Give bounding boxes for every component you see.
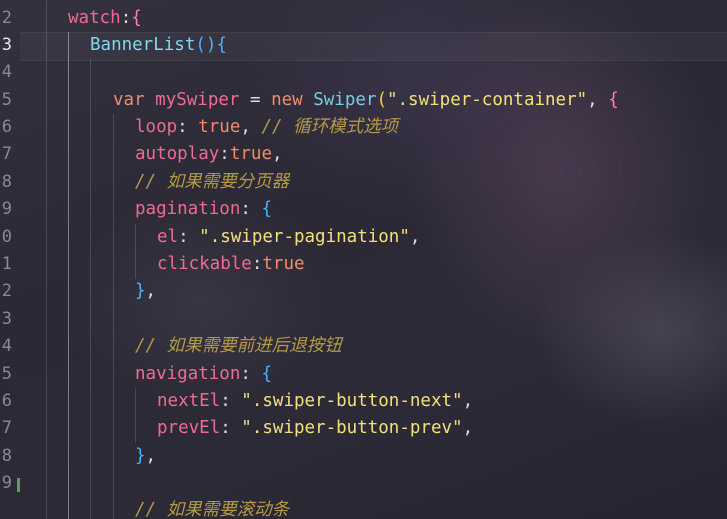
token-paren: (: [376, 90, 387, 110]
token-punctuation: :: [220, 418, 242, 438]
line-number: 6: [1, 117, 12, 137]
indent-guide-active: [68, 32, 69, 519]
indent-guide: [135, 388, 136, 443]
code-line-current[interactable]: BannerList(){: [90, 32, 227, 59]
token-punctuation: :: [251, 254, 263, 274]
token-punctuation: ,: [240, 117, 262, 137]
line-number: 9: [1, 199, 12, 219]
line-number: 4: [1, 336, 12, 356]
code-line[interactable]: },: [135, 278, 156, 305]
line-number: 9: [1, 473, 12, 493]
token-property: navigation: [135, 364, 241, 384]
code-line[interactable]: },: [135, 443, 156, 470]
git-change-marker: [17, 478, 20, 492]
token-class: Swiper: [313, 90, 377, 110]
token-punctuation: ,: [587, 90, 609, 110]
token-brace: {: [131, 8, 142, 28]
line-number: 7: [1, 418, 12, 438]
line-number: 7: [1, 144, 12, 164]
token-punctuation: ,: [462, 418, 474, 438]
token-punctuation: ,: [145, 446, 157, 466]
token-string: ".swiper-container": [386, 90, 588, 110]
code-line[interactable]: // 如果需要滚动条: [135, 497, 289, 519]
token-property: prevEl: [157, 418, 221, 438]
token-comment: // 如果需要滚动条: [135, 500, 290, 519]
line-number: 0: [1, 227, 12, 247]
token-punctuation: ,: [272, 144, 283, 164]
token-boolean: true: [198, 117, 241, 137]
token-brace: {: [216, 35, 227, 55]
line-number: 8: [1, 172, 12, 192]
indent-guide: [90, 59, 91, 519]
token-function: BannerList: [90, 35, 196, 55]
code-line[interactable]: autoplay:true,: [135, 141, 283, 168]
line-number: 5: [1, 364, 12, 384]
token-operator: =: [239, 90, 272, 110]
token-punctuation: :: [220, 391, 242, 411]
token-punctuation: ,: [145, 281, 157, 301]
token-property: pagination: [135, 199, 241, 219]
token-comment: // 如果需要前进后退按钮: [135, 336, 342, 356]
token-string: ".swiper-pagination": [199, 227, 410, 247]
token-punctuation: :: [177, 117, 199, 137]
token-brace: }: [135, 446, 146, 466]
code-line[interactable]: pagination: {: [135, 196, 272, 223]
line-number-active: 3: [1, 35, 12, 55]
line-number: 3: [1, 309, 12, 329]
token-punctuation: :: [219, 144, 230, 164]
token-punctuation: :: [178, 227, 200, 247]
line-number: 4: [1, 62, 12, 82]
token-punctuation: :: [240, 199, 262, 219]
code-line[interactable]: // 如果需要前进后退按钮: [135, 333, 342, 360]
indent-guide: [46, 0, 47, 519]
token-punctuation: :: [120, 8, 132, 28]
line-number: 6: [1, 391, 12, 411]
token-property: clickable: [157, 254, 252, 274]
token-brace: {: [608, 90, 619, 110]
token-brace: {: [261, 199, 272, 219]
token-parens: (): [195, 35, 217, 55]
token-property: autoplay: [135, 144, 220, 164]
code-line[interactable]: // 如果需要分页器: [135, 169, 289, 196]
token-property: el: [157, 227, 179, 247]
code-line[interactable]: nextEl: ".swiper-button-next",: [157, 388, 473, 415]
code-line[interactable]: var mySwiper = new Swiper(".swiper-conta…: [113, 87, 619, 114]
code-line[interactable]: clickable:true: [157, 251, 305, 278]
token-brace: }: [135, 281, 146, 301]
token-boolean: true: [262, 254, 305, 274]
token-keyword: new: [271, 90, 303, 110]
code-line[interactable]: el: ".swiper-pagination",: [157, 224, 420, 251]
code-editor[interactable]: 2 3 4 5 6 7 8 9 0 1 2 3 4 5 6 7 8 9 watc…: [0, 0, 727, 519]
line-number: 2: [1, 281, 12, 301]
line-number-gutter: 2 3 4 5 6 7 8 9 0 1 2 3 4 5 6 7 8 9: [0, 0, 16, 519]
line-number: 5: [1, 90, 12, 110]
token-property: loop: [135, 117, 178, 137]
token-string: ".swiper-button-prev": [241, 418, 463, 438]
line-number: 8: [1, 446, 12, 466]
token-punctuation: ,: [409, 227, 421, 247]
token-punctuation: ,: [462, 391, 474, 411]
token-keyword: var: [113, 90, 145, 110]
token-property: watch: [68, 8, 121, 28]
code-line[interactable]: loop: true, // 循环模式选项: [135, 114, 398, 141]
token-variable: mySwiper: [155, 90, 240, 110]
code-line[interactable]: prevEl: ".swiper-button-prev",: [157, 415, 473, 442]
token-property: nextEl: [157, 391, 221, 411]
code-line[interactable]: watch:{: [68, 5, 142, 32]
token-comment: // 循环模式选项: [261, 117, 399, 137]
indent-guide: [113, 114, 114, 519]
token-boolean: true: [229, 144, 272, 164]
line-number: 1: [1, 254, 12, 274]
line-number: 2: [1, 8, 12, 28]
token-string: ".swiper-button-next": [241, 391, 463, 411]
code-line[interactable]: navigation: {: [135, 361, 272, 388]
token-brace: {: [261, 364, 272, 384]
token-punctuation: :: [240, 364, 262, 384]
indent-guide: [135, 224, 136, 279]
token-comment: // 如果需要分页器: [135, 172, 290, 192]
